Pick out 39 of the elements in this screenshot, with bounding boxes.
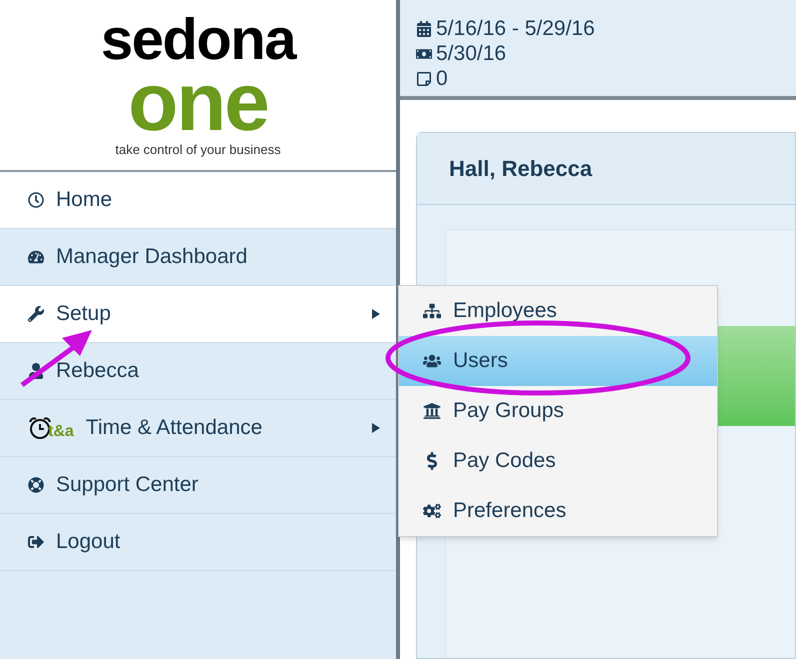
submenu-item[interactable]: Pay Groups	[399, 386, 717, 436]
sidebar-label: Manager Dashboard	[56, 244, 248, 270]
submenu-label: Pay Codes	[453, 448, 556, 474]
logo-tagline: take control of your business	[115, 143, 281, 156]
users-icon	[423, 352, 441, 370]
submenu-label: Users	[453, 348, 508, 374]
sidebar-label: Support Center	[56, 472, 200, 498]
life-ring-icon	[28, 477, 44, 493]
sidebar-label: Rebecca	[56, 358, 140, 384]
logo-wordmark: one	[128, 66, 268, 140]
cogs-icon	[423, 502, 441, 520]
logout-icon	[28, 534, 44, 550]
sitemap-icon	[423, 302, 441, 320]
submenu-item[interactable]: Pay Codes	[399, 436, 717, 486]
submenu-item[interactable]: Users	[399, 336, 717, 386]
submenu-label: Pay Groups	[453, 398, 564, 424]
dashboard-icon	[28, 249, 44, 265]
sidebar-label: Logout	[56, 529, 122, 556]
bank-icon	[423, 402, 441, 420]
logo-wordmark: sedona	[100, 14, 296, 66]
pay-date: 5/30/16	[436, 41, 506, 66]
logo-text: t&a	[48, 424, 74, 440]
submenu-item[interactable]: Employees	[399, 286, 717, 336]
submenu-label: Employees	[453, 298, 557, 324]
card-title: Hall, Rebecca	[449, 155, 592, 183]
sidebar-label: Home	[56, 187, 114, 214]
submenu-item[interactable]: Preferences	[399, 486, 717, 536]
pay-period: 5/16/16 - 5/29/16	[436, 16, 595, 41]
notes-count: 0	[436, 66, 448, 91]
sidebar-label: Time & Attendance	[86, 415, 264, 442]
sidebar-item[interactable]: Setup	[0, 286, 396, 343]
wrench-icon	[28, 306, 44, 322]
user-icon	[28, 363, 44, 379]
calendar-icon	[416, 20, 432, 36]
note-icon	[416, 70, 432, 86]
clock-icon	[28, 192, 44, 208]
sidebar-label: Setup	[56, 301, 112, 328]
submenu-label: Preferences	[453, 498, 566, 524]
sidebar-item[interactable]: Home	[0, 172, 396, 229]
